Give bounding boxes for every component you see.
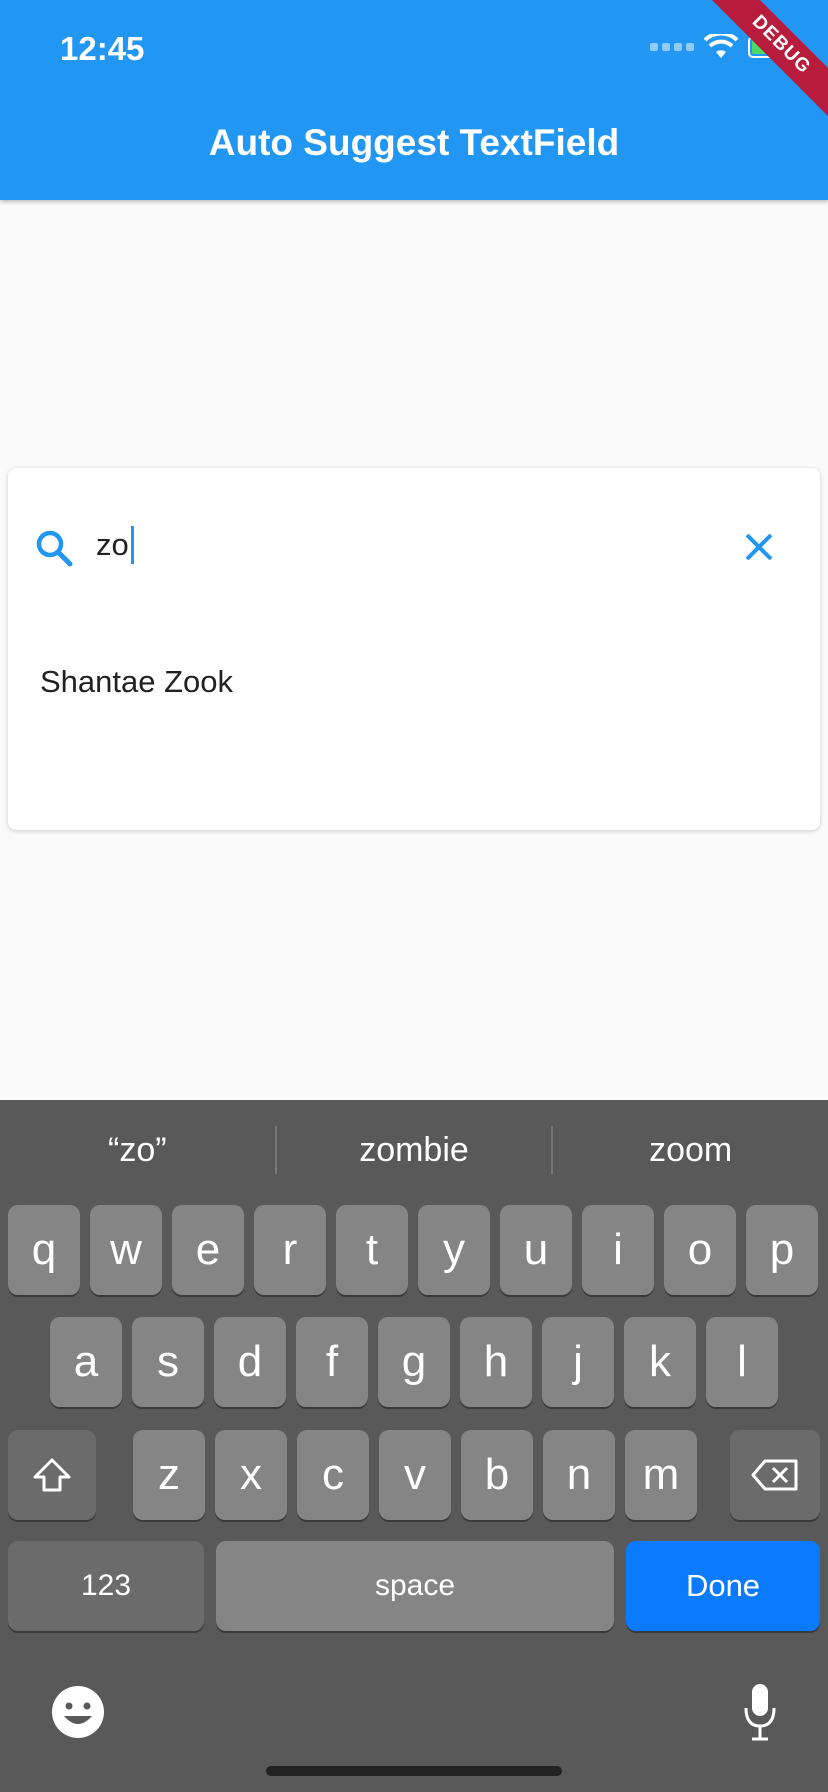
keyboard: “zo” zombie zoom qwertyuiop asdfghjkl zxcv… — [0, 1100, 828, 1792]
key-x[interactable]: x — [215, 1430, 287, 1520]
search-input[interactable]: zo — [96, 520, 134, 570]
done-key[interactable]: Done — [626, 1541, 820, 1631]
search-input-value: zo — [96, 527, 129, 562]
key-y[interactable]: y — [418, 1205, 490, 1295]
key-k[interactable]: k — [624, 1317, 696, 1407]
page-title: Auto Suggest TextField — [208, 122, 620, 163]
prediction-item[interactable]: “zo” — [0, 1131, 275, 1170]
key-p[interactable]: p — [746, 1205, 818, 1295]
key-q[interactable]: q — [8, 1205, 80, 1295]
emoji-icon[interactable] — [50, 1684, 106, 1740]
key-d[interactable]: d — [214, 1317, 286, 1407]
key-g[interactable]: g — [378, 1317, 450, 1407]
close-icon[interactable] — [742, 530, 776, 564]
shift-key[interactable] — [8, 1430, 96, 1520]
backspace-key[interactable] — [730, 1430, 820, 1520]
key-r[interactable]: r — [254, 1205, 326, 1295]
numbers-key[interactable]: 123 — [8, 1541, 204, 1631]
home-indicator — [266, 1766, 562, 1776]
key-i[interactable]: i — [582, 1205, 654, 1295]
status-time: 12:45 — [60, 30, 145, 67]
key-c[interactable]: c — [297, 1430, 369, 1520]
key-b[interactable]: b — [461, 1430, 533, 1520]
search-icon — [36, 530, 73, 567]
app-bar: 12:45 Auto Suggest TextField DEBUG — [0, 0, 828, 200]
text-caret — [130, 526, 134, 564]
wifi-icon — [704, 34, 738, 58]
key-j[interactable]: j — [542, 1317, 614, 1407]
key-z[interactable]: z — [133, 1430, 205, 1520]
key-u[interactable]: u — [500, 1205, 572, 1295]
prediction-item[interactable]: zoom — [553, 1131, 828, 1170]
microphone-icon[interactable] — [742, 1682, 778, 1742]
debug-banner: DEBUG — [701, 0, 828, 125]
key-f[interactable]: f — [296, 1317, 368, 1407]
key-e[interactable]: e — [172, 1205, 244, 1295]
key-l[interactable]: l — [706, 1317, 778, 1407]
cellular-signal-icon — [650, 43, 694, 51]
key-o[interactable]: o — [664, 1205, 736, 1295]
backspace-icon — [751, 1459, 798, 1491]
key-w[interactable]: w — [90, 1205, 162, 1295]
prediction-bar: “zo” zombie zoom — [0, 1100, 828, 1200]
search-card: zo Shantae Zook — [8, 468, 820, 830]
key-n[interactable]: n — [543, 1430, 615, 1520]
shift-icon — [33, 1458, 71, 1492]
space-key[interactable]: space — [216, 1541, 614, 1631]
suggestion-item[interactable]: Shantae Zook — [40, 664, 233, 700]
key-m[interactable]: m — [625, 1430, 697, 1520]
key-h[interactable]: h — [460, 1317, 532, 1407]
key-a[interactable]: a — [50, 1317, 122, 1407]
key-t[interactable]: t — [336, 1205, 408, 1295]
key-v[interactable]: v — [379, 1430, 451, 1520]
prediction-item[interactable]: zombie — [277, 1131, 552, 1170]
key-s[interactable]: s — [132, 1317, 204, 1407]
